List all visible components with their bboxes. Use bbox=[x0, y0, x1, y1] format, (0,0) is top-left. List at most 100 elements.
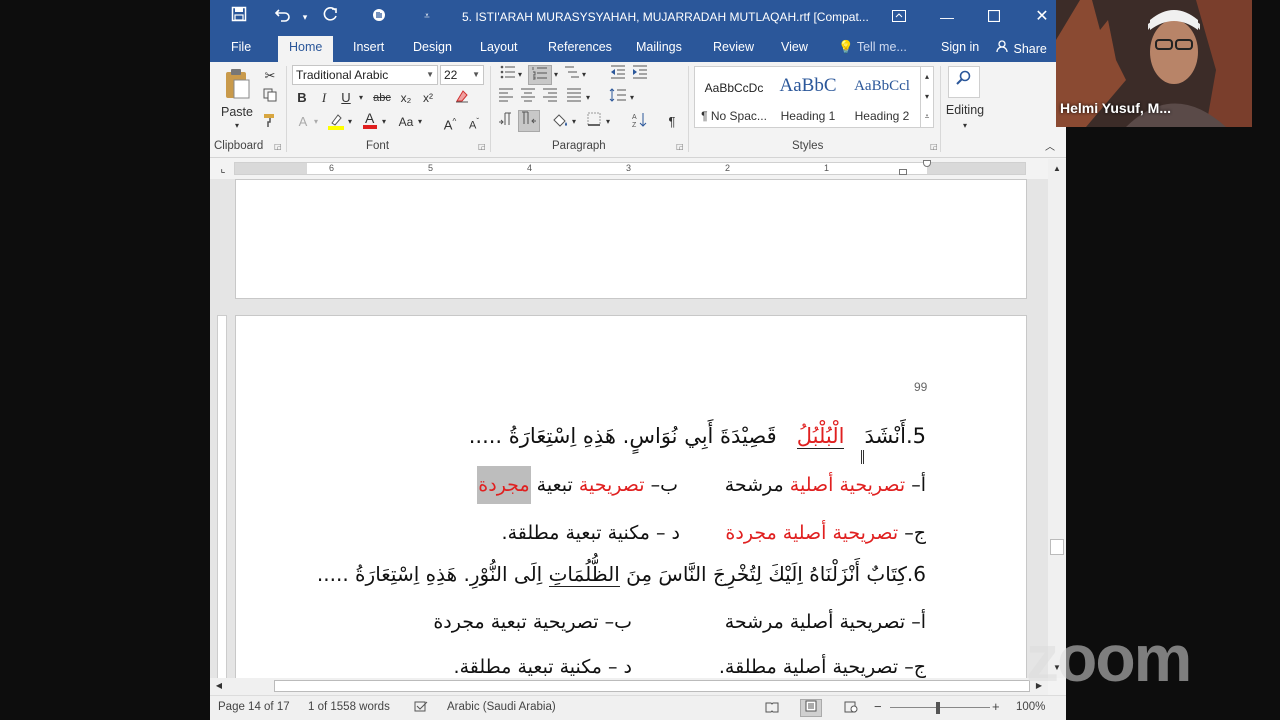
copy-icon[interactable] bbox=[260, 88, 280, 108]
q6-option-a[interactable]: أ– تصريحية أصلية مرشحة bbox=[725, 611, 926, 633]
paste-icon[interactable] bbox=[222, 68, 252, 102]
tab-home[interactable]: Home bbox=[278, 36, 334, 62]
editing-dropdown-icon[interactable]: ▾ bbox=[960, 116, 970, 136]
vertical-scrollbar[interactable]: ▲ ▼ bbox=[1048, 159, 1066, 678]
decrease-indent-icon[interactable] bbox=[608, 65, 628, 85]
rtl-direction-icon[interactable] bbox=[518, 110, 540, 132]
bullets-dropdown-icon[interactable]: ▾ bbox=[516, 65, 524, 85]
styles-scroll[interactable]: ▴ ▾ ⩡ bbox=[920, 66, 934, 128]
word-count[interactable]: 1 of 1558 words bbox=[308, 701, 390, 713]
question-5[interactable]: 5.أَنْشَدَ الْبُلْبُلُ قَصِيْدَةَ أَبِي … bbox=[469, 424, 926, 449]
q5-option-b[interactable]: ب– تصريحية تبعية مجردة bbox=[477, 466, 678, 504]
format-painter-icon[interactable] bbox=[260, 112, 280, 132]
shrink-font-button[interactable]: Aˇ bbox=[466, 112, 482, 132]
font-color-dropdown-icon[interactable]: ▾ bbox=[380, 112, 388, 132]
line-spacing-icon[interactable] bbox=[608, 88, 628, 108]
font-launcher-icon[interactable]: ◲ bbox=[478, 142, 486, 151]
text-effects-dropdown-icon[interactable]: ▾ bbox=[312, 112, 320, 132]
cut-icon[interactable]: ✂ bbox=[260, 66, 280, 86]
shading-icon[interactable] bbox=[550, 112, 570, 132]
style-heading-2[interactable]: AaBbCcl Heading 2 bbox=[845, 67, 919, 127]
zoom-in-icon[interactable]: + bbox=[992, 699, 1000, 714]
share-button[interactable]: Share bbox=[996, 40, 1047, 56]
horizontal-ruler[interactable]: ⌞ 6 5 4 3 2 1 bbox=[210, 159, 1066, 179]
hscroll-thumb[interactable] bbox=[274, 680, 1030, 692]
justify-icon[interactable] bbox=[564, 88, 584, 108]
line-spacing-dropdown-icon[interactable]: ▾ bbox=[628, 88, 636, 108]
zoom-out-icon[interactable]: − bbox=[874, 699, 882, 714]
justify-dropdown-icon[interactable]: ▾ bbox=[584, 88, 592, 108]
clear-formatting-icon[interactable] bbox=[452, 88, 472, 108]
language-indicator[interactable]: Arabic (Saudi Arabia) bbox=[447, 701, 556, 713]
italic-button[interactable]: I bbox=[316, 88, 332, 108]
indent-marker[interactable] bbox=[899, 169, 907, 175]
q6-option-b[interactable]: ب– تصريحية تبعية مجردة bbox=[433, 611, 632, 633]
borders-icon[interactable] bbox=[584, 112, 604, 132]
undo-dropdown-icon[interactable]: ▾ bbox=[294, 6, 316, 28]
change-case-button[interactable]: Aa bbox=[396, 112, 416, 132]
customize-qat-icon[interactable]: ⩡ bbox=[416, 6, 438, 28]
q5-option-c[interactable]: ج– تصريحية أصلية مجردة bbox=[725, 522, 926, 544]
tab-mailings[interactable]: Mailings bbox=[636, 40, 682, 54]
ltr-direction-icon[interactable] bbox=[496, 112, 516, 132]
bullets-icon[interactable] bbox=[498, 65, 518, 85]
touch-mode-icon[interactable] bbox=[368, 6, 390, 28]
page-previous[interactable] bbox=[235, 179, 1027, 299]
save-icon[interactable] bbox=[228, 6, 250, 28]
redo-icon[interactable] bbox=[320, 6, 342, 28]
sort-icon[interactable]: AZ bbox=[630, 112, 650, 132]
align-left-icon[interactable] bbox=[496, 88, 516, 108]
strikethrough-button[interactable]: abc bbox=[370, 88, 394, 108]
underline-button[interactable]: U bbox=[338, 88, 354, 108]
q6-option-c[interactable]: ج– تصريحية أصلية مطلقة. bbox=[719, 656, 926, 678]
change-case-dropdown-icon[interactable]: ▾ bbox=[416, 112, 424, 132]
close-icon[interactable]: ✕ bbox=[1028, 6, 1056, 28]
style-heading-1[interactable]: AaBbC Heading 1 bbox=[771, 67, 845, 127]
numbering-dropdown-icon[interactable]: ▾ bbox=[552, 65, 560, 85]
read-mode-icon[interactable] bbox=[765, 701, 779, 716]
page-current[interactable]: 99 5.أَنْشَدَ الْبُلْبُلُ قَصِيْدَةَ أَب… bbox=[235, 315, 1027, 678]
tab-references[interactable]: References bbox=[548, 40, 612, 54]
highlight-dropdown-icon[interactable]: ▾ bbox=[346, 112, 354, 132]
shading-dropdown-icon[interactable]: ▾ bbox=[570, 112, 578, 132]
proofing-icon[interactable] bbox=[414, 701, 428, 716]
font-name-combo[interactable]: Traditional Arabic ▼ bbox=[292, 65, 438, 85]
multilevel-list-icon[interactable] bbox=[562, 65, 582, 85]
show-formatting-button[interactable]: ¶ bbox=[662, 112, 682, 132]
tab-review[interactable]: Review bbox=[713, 40, 754, 54]
grow-font-button[interactable]: A^ bbox=[442, 112, 458, 132]
find-icon[interactable] bbox=[948, 66, 980, 98]
styles-launcher-icon[interactable]: ◲ bbox=[930, 142, 938, 151]
align-right-icon[interactable] bbox=[540, 88, 560, 108]
q5-option-d[interactable]: د – مكنية تبعية مطلقة. bbox=[502, 522, 680, 544]
minimize-icon[interactable]: — bbox=[933, 6, 961, 28]
paste-dropdown-icon[interactable]: ▾ bbox=[232, 116, 242, 136]
tab-design[interactable]: Design bbox=[413, 40, 452, 54]
ribbon-display-icon[interactable] bbox=[885, 6, 913, 28]
tab-layout[interactable]: Layout bbox=[480, 40, 518, 54]
highlight-color-icon[interactable] bbox=[326, 112, 346, 132]
font-name-dropdown-icon[interactable]: ▼ bbox=[426, 66, 434, 84]
tab-file[interactable]: File bbox=[231, 40, 251, 54]
print-layout-icon[interactable] bbox=[800, 699, 822, 717]
web-layout-icon[interactable] bbox=[844, 701, 858, 716]
scroll-up-icon[interactable]: ▲ bbox=[1052, 159, 1062, 179]
align-center-icon[interactable] bbox=[518, 88, 538, 108]
borders-dropdown-icon[interactable]: ▾ bbox=[604, 112, 612, 132]
undo-icon[interactable] bbox=[272, 6, 294, 28]
horizontal-scrollbar[interactable]: ◀ ▶ bbox=[210, 678, 1048, 695]
clipboard-launcher-icon[interactable]: ◲ bbox=[274, 142, 282, 151]
q6-option-d[interactable]: د – مكنية تبعية مطلقة. bbox=[454, 656, 632, 678]
page-count[interactable]: Page 14 of 17 bbox=[218, 701, 290, 713]
subscript-button[interactable]: x₂ bbox=[396, 88, 416, 108]
underline-dropdown-icon[interactable]: ▾ bbox=[356, 88, 366, 108]
style-no-spacing[interactable]: AaBbCcDc ¶ No Spac... bbox=[697, 67, 771, 127]
zoom-slider-thumb[interactable] bbox=[936, 702, 940, 714]
tab-view[interactable]: View bbox=[781, 40, 808, 54]
collapse-ribbon-icon[interactable]: ︿ bbox=[1042, 138, 1058, 158]
superscript-button[interactable]: x² bbox=[418, 88, 438, 108]
tell-me-box[interactable]: 💡 Tell me... bbox=[838, 40, 907, 55]
font-color-icon[interactable]: A bbox=[360, 110, 380, 130]
question-6[interactable]: 6.كِتَابٌ أَنْزَلْنَاهُ اِلَيْكَ لِتُخْر… bbox=[317, 562, 926, 587]
increase-indent-icon[interactable] bbox=[630, 65, 650, 85]
